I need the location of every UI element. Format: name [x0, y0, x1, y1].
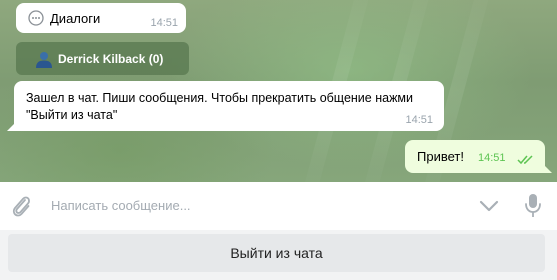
reply-keyboard: Выйти из чата [0, 230, 557, 280]
paperclip-icon[interactable] [10, 194, 32, 218]
message-dialogs: Диалоги 14:51 [16, 3, 186, 33]
chat-messages-area[interactable]: Диалоги 14:51 Derrick Kilback (0) Зашел … [0, 0, 557, 182]
message-info: Зашел в чат. Пиши сообщения. Чтобы прекр… [7, 81, 444, 131]
message-text: Зашел в чат. Пиши сообщения. Чтобы прекр… [26, 91, 414, 122]
message-text: Диалоги [50, 11, 101, 26]
message-outgoing: Привет! 14:51 [405, 140, 552, 173]
microphone-icon[interactable] [524, 193, 542, 219]
inline-button-user[interactable]: Derrick Kilback (0) [16, 42, 189, 75]
speech-bubble-icon [28, 10, 44, 26]
chevron-down-icon[interactable] [479, 197, 499, 215]
message-time: 14:51 [478, 152, 506, 164]
exit-chat-button[interactable]: Выйти из чата [8, 234, 545, 272]
double-check-icon [517, 152, 535, 165]
inline-button-label: Derrick Kilback (0) [58, 52, 164, 66]
message-input[interactable] [51, 194, 451, 216]
message-text: Привет! [417, 149, 464, 164]
chat-window: Диалоги 14:51 Derrick Kilback (0) Зашел … [0, 0, 557, 280]
user-silhouette-icon [35, 50, 53, 68]
message-time: 14:51 [405, 114, 433, 126]
message-time: 14:51 [150, 17, 178, 29]
message-composer [0, 182, 557, 230]
